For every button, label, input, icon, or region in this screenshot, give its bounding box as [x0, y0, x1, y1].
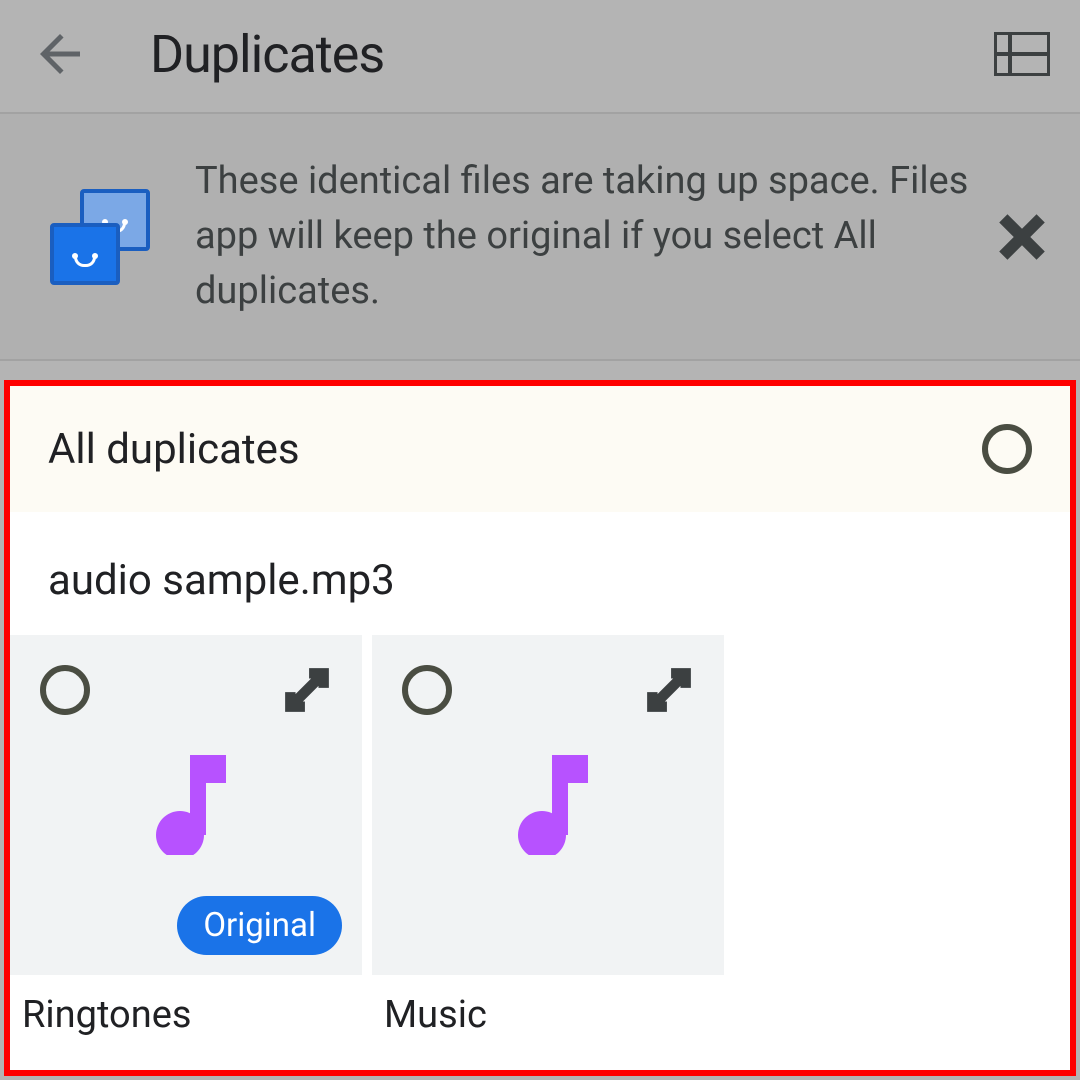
- duplicate-card: Music: [372, 635, 724, 1037]
- page-title: Duplicates: [150, 24, 994, 85]
- highlighted-section: All duplicates audio sample.mp3 Original: [4, 380, 1076, 1076]
- music-note-icon: [146, 755, 226, 855]
- card-radio[interactable]: [402, 665, 452, 715]
- all-duplicates-label: All duplicates: [48, 425, 982, 474]
- all-duplicates-row[interactable]: All duplicates: [10, 386, 1070, 512]
- filename-label: audio sample.mp3: [10, 512, 1070, 635]
- info-banner: These identical files are taking up spac…: [0, 112, 1080, 361]
- expand-icon[interactable]: [644, 665, 694, 715]
- all-duplicates-radio[interactable]: [982, 424, 1032, 474]
- card-folder-label: Music: [372, 975, 724, 1037]
- card-thumbnail[interactable]: [372, 635, 724, 975]
- app-header: Duplicates: [0, 0, 1080, 108]
- music-note-icon: [508, 755, 588, 855]
- card-folder-label: Ringtones: [10, 975, 362, 1037]
- card-thumbnail[interactable]: Original: [10, 635, 362, 975]
- close-icon[interactable]: [994, 209, 1050, 265]
- back-arrow-icon[interactable]: [30, 24, 90, 84]
- card-radio[interactable]: [40, 665, 90, 715]
- list-view-icon[interactable]: [994, 32, 1050, 76]
- expand-icon[interactable]: [282, 665, 332, 715]
- duplicates-banner-icon: [50, 187, 150, 287]
- duplicate-card: Original Ringtones: [10, 635, 362, 1037]
- banner-text: These identical files are taking up spac…: [195, 154, 994, 319]
- original-badge: Original: [177, 896, 342, 955]
- duplicate-cards: Original Ringtones Music: [10, 635, 1070, 1037]
